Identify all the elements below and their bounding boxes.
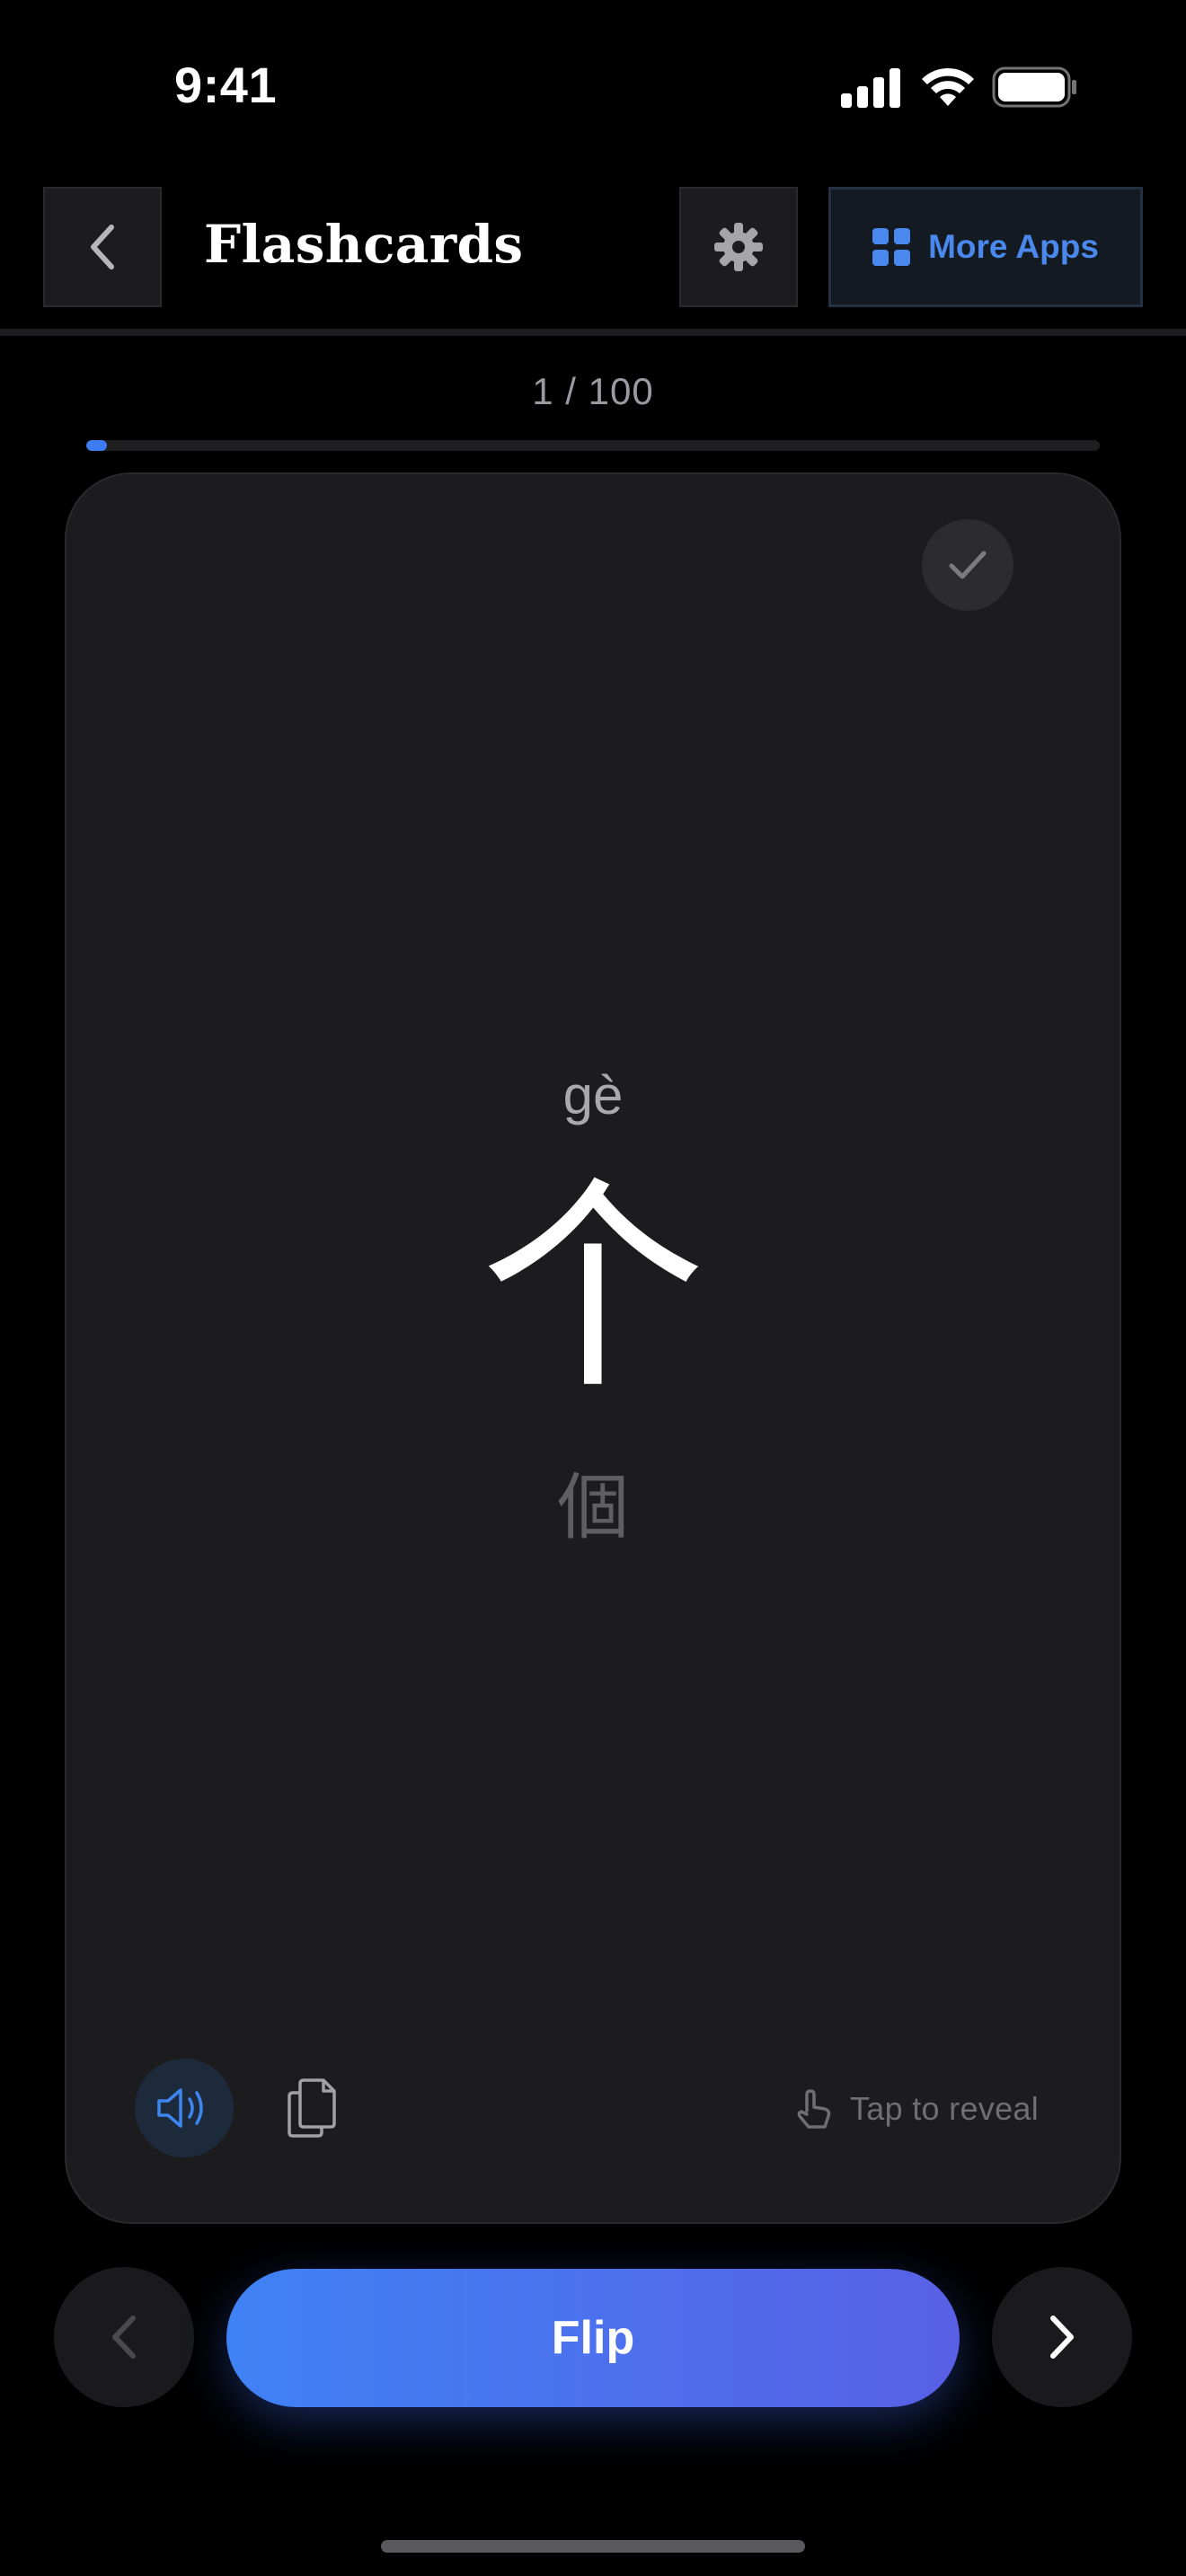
next-card-button[interactable] xyxy=(992,2267,1132,2407)
tap-hint: Tap to reveal xyxy=(794,2082,1039,2136)
audio-button[interactable] xyxy=(135,2059,234,2157)
pinyin: gè xyxy=(562,1065,624,1125)
progress-bar xyxy=(86,440,1100,451)
simplified-character: 个 xyxy=(481,1158,705,1419)
gear-icon xyxy=(714,223,763,271)
status-bar: 9:41 xyxy=(0,0,1186,180)
progress-fill xyxy=(86,440,107,451)
status-time: 9:41 xyxy=(174,57,278,113)
copy-button[interactable] xyxy=(277,2068,349,2148)
page-title: Flashcards xyxy=(204,214,524,275)
more-apps-label: More Apps xyxy=(928,228,1099,265)
previous-card-button[interactable] xyxy=(54,2267,194,2407)
checkmark-icon xyxy=(949,551,987,579)
flip-button[interactable]: Flip xyxy=(226,2269,960,2407)
grid-icon xyxy=(872,228,911,266)
header-divider xyxy=(0,329,1186,336)
battery-icon xyxy=(992,66,1076,108)
more-apps-button[interactable]: More Apps xyxy=(828,187,1143,307)
chevron-right-icon xyxy=(1050,2316,1074,2359)
copy-icon xyxy=(288,2078,336,2138)
flip-label: Flip xyxy=(551,2312,635,2364)
traditional-character: 個 xyxy=(557,1466,629,1549)
tap-hint-text: Tap to reveal xyxy=(850,2090,1040,2127)
wifi-icon xyxy=(922,67,974,106)
chevron-left-icon xyxy=(91,225,114,269)
tap-hand-icon xyxy=(797,2089,831,2129)
back-button[interactable] xyxy=(43,187,162,307)
settings-button[interactable] xyxy=(679,187,798,307)
home-indicator xyxy=(381,2540,805,2553)
progress-counter: 1 / 100 xyxy=(532,370,654,412)
speaker-icon xyxy=(157,2088,203,2128)
mark-known-button[interactable] xyxy=(922,519,1013,611)
chevron-left-icon xyxy=(112,2316,136,2359)
